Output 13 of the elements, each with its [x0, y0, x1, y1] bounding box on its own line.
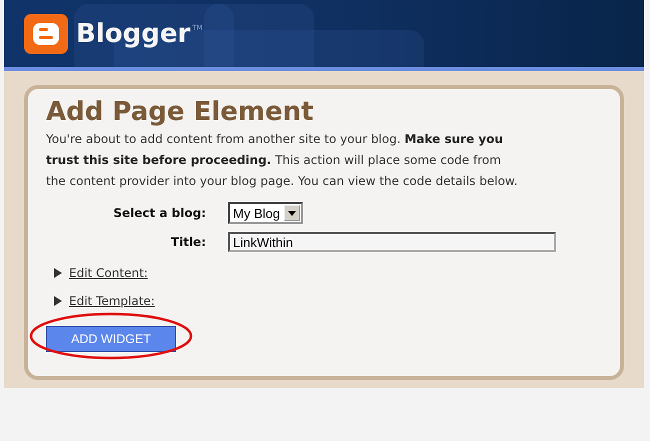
logo-icon	[24, 14, 68, 54]
expand-arrow-icon[interactable]	[54, 296, 62, 306]
caret-icon	[284, 205, 300, 221]
field-label: Title:	[170, 235, 206, 249]
blog-select[interactable]: My Blog	[228, 202, 303, 224]
section-link[interactable]: Edit Content:	[69, 266, 148, 280]
panel-title: Add Page Element	[46, 97, 315, 127]
section-link[interactable]: Edit Template:	[69, 294, 155, 308]
field-label: Select a blog:	[112, 206, 206, 220]
expand-arrow-icon[interactable]	[54, 268, 62, 278]
description-text: You're about to add content from another site to your blog. Make sure you trust this site before proceeding. This action will place some code from the content provider into your blog page. You can view the code details below.	[46, 131, 519, 190]
title-field[interactable]: LinkWithin	[228, 232, 556, 252]
logo-text: Blogger	[76, 18, 190, 48]
